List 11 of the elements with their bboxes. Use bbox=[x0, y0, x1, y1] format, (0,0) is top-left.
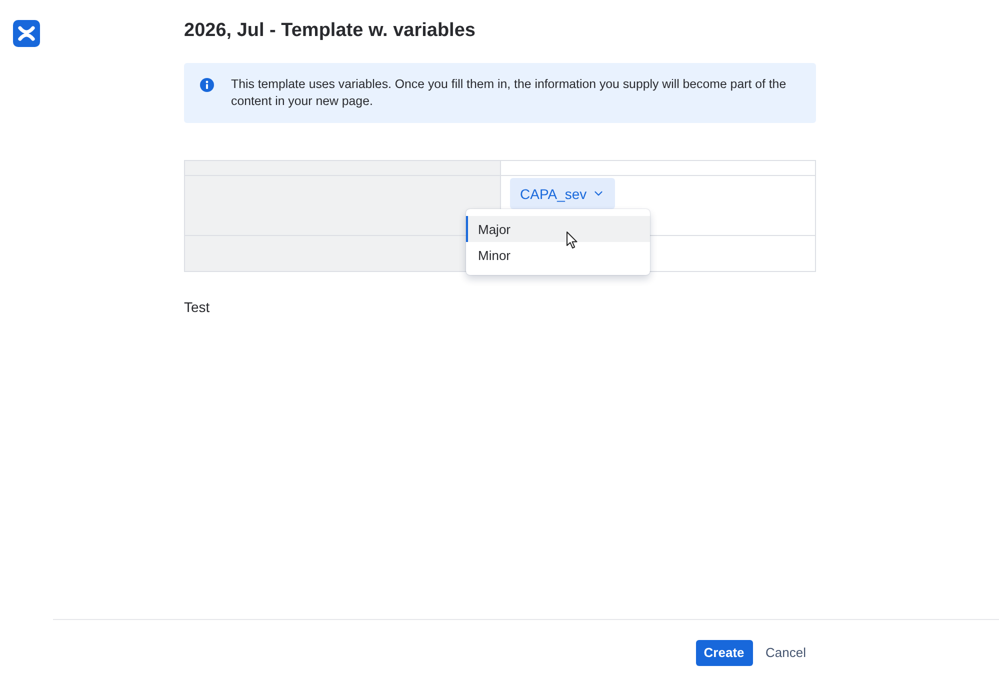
body-text: Test bbox=[184, 298, 211, 316]
create-button[interactable]: Create bbox=[696, 640, 753, 666]
info-message: This template uses variables. Once you fill them in, the information you supply will become part of the content in your new page. bbox=[231, 76, 788, 110]
info-icon bbox=[200, 78, 214, 92]
mouse-pointer-icon bbox=[566, 231, 578, 249]
cancel-button[interactable]: Cancel bbox=[754, 640, 818, 666]
page-title: 2026, Jul - Template w. variables bbox=[184, 19, 476, 43]
menu-option[interactable]: Major bbox=[466, 216, 650, 242]
menu-option[interactable]: Minor bbox=[466, 242, 650, 268]
app-logo-icon bbox=[13, 20, 40, 47]
variable-dropdown[interactable]: CAPA_sev bbox=[510, 178, 615, 209]
